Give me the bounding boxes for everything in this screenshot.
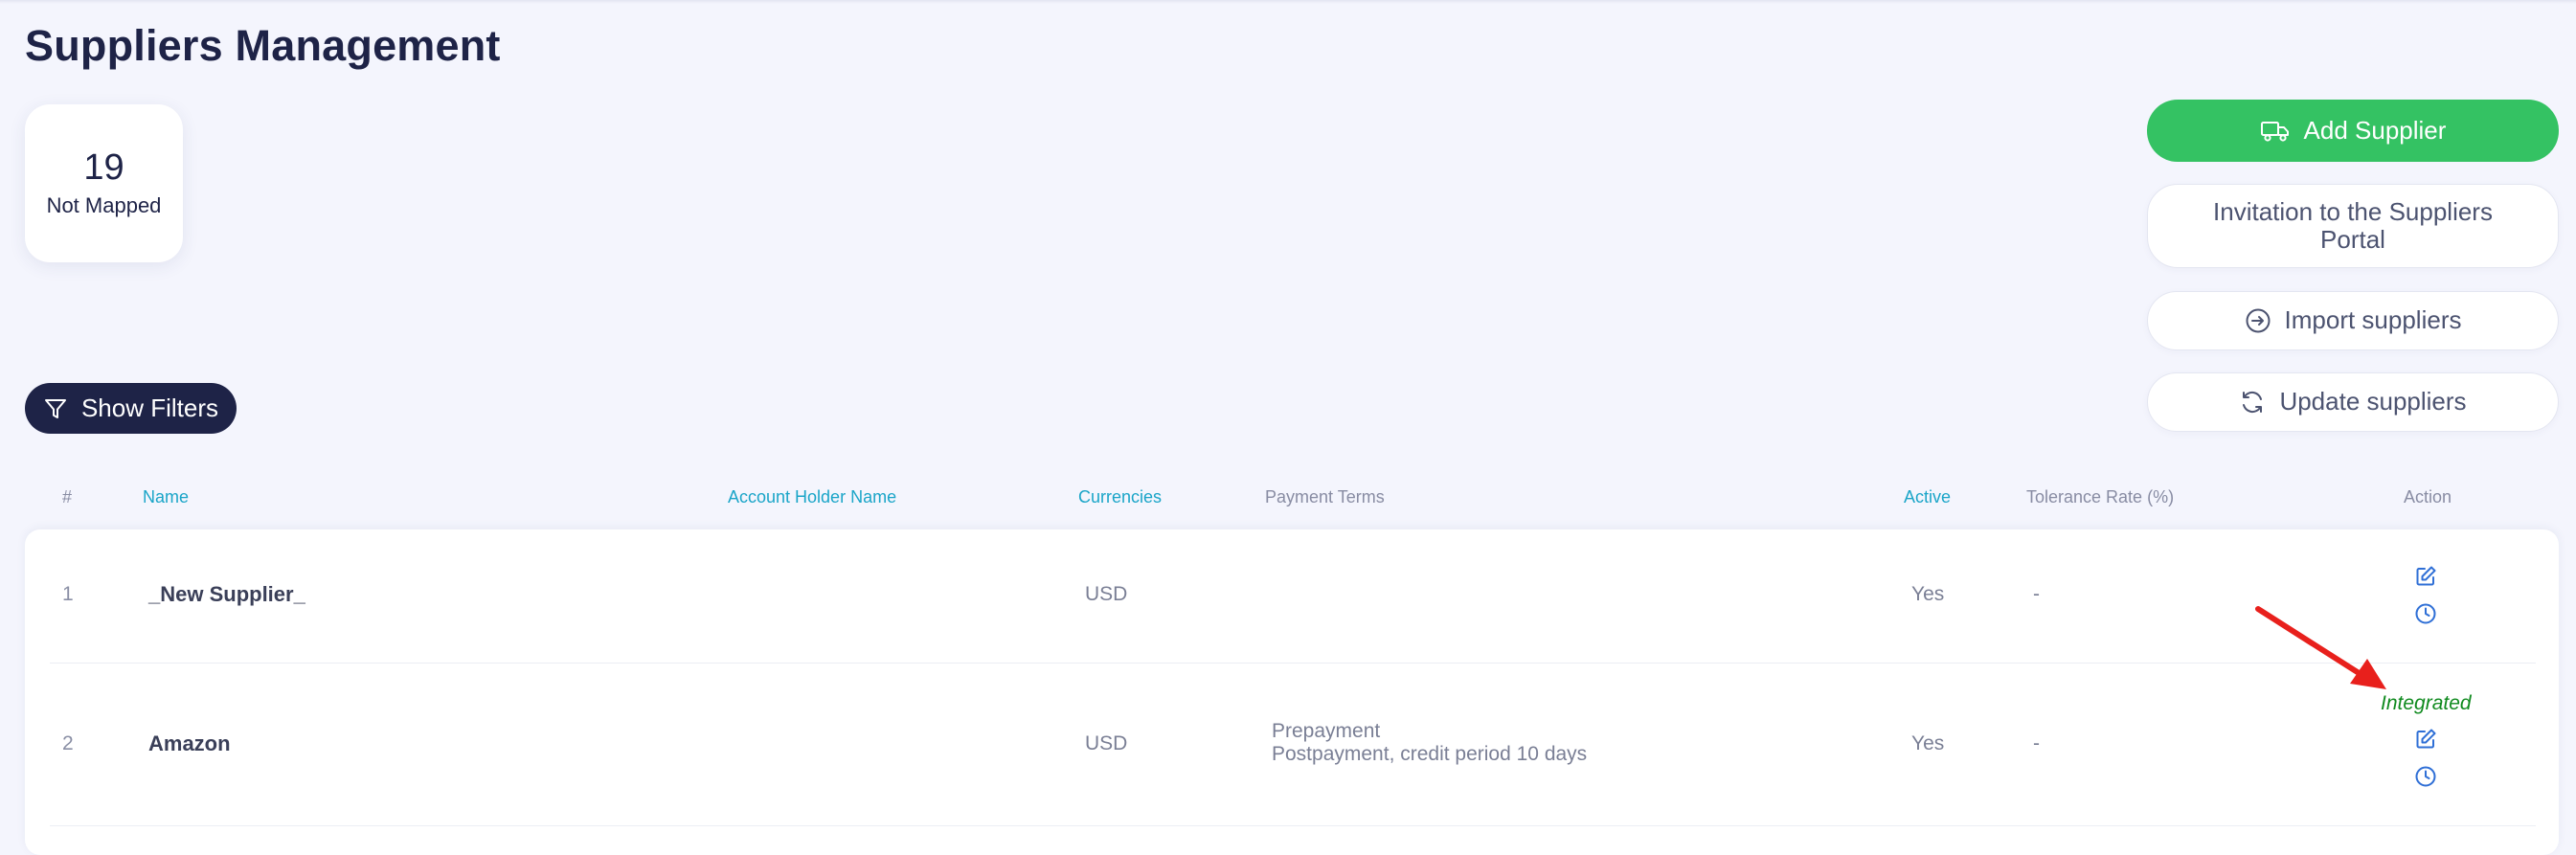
- integrated-status-label: Integrated: [2381, 692, 2472, 714]
- column-header-index: #: [62, 487, 73, 506]
- column-header-action: Action: [2404, 487, 2452, 506]
- invite-suppliers-portal-label: Invitation to the Suppliers Portal: [2213, 196, 2493, 254]
- add-supplier-button[interactable]: Add Supplier: [2147, 100, 2559, 162]
- not-mapped-count: 19: [83, 146, 124, 188]
- arrow-right-circle-icon: [2246, 308, 2271, 333]
- supplier-name[interactable]: Amazon: [148, 731, 231, 756]
- row-divider: [50, 825, 2536, 826]
- invite-suppliers-portal-button[interactable]: Invitation to the Suppliers Portal: [2147, 184, 2559, 268]
- import-suppliers-label: Import suppliers: [2284, 305, 2462, 335]
- supplier-tolerance-rate: -: [2033, 583, 2040, 605]
- supplier-tolerance-rate: -: [2033, 732, 2040, 754]
- payment-term-prepayment: Prepayment: [1272, 720, 1381, 742]
- column-header-account-holder[interactable]: Account Holder Name: [728, 487, 896, 507]
- supplier-name[interactable]: _New Supplier_: [148, 582, 305, 607]
- column-header-payment-terms: Payment Terms: [1265, 487, 1385, 506]
- suppliers-table: [25, 529, 2559, 855]
- update-suppliers-label: Update suppliers: [2279, 387, 2467, 416]
- clock-icon[interactable]: [2414, 765, 2437, 788]
- annotation-arrow-icon: [2255, 606, 2386, 689]
- row-divider: [50, 663, 2536, 664]
- import-suppliers-button[interactable]: Import suppliers: [2147, 291, 2559, 350]
- supplier-active: Yes: [1911, 732, 1945, 754]
- not-mapped-stat-card[interactable]: 19 Not Mapped: [25, 104, 183, 262]
- page-title: Suppliers Management: [25, 21, 501, 70]
- add-supplier-label: Add Supplier: [2303, 115, 2447, 145]
- filter-funnel-icon: [44, 398, 66, 418]
- supplier-currency: USD: [1085, 732, 1128, 754]
- show-filters-button[interactable]: Show Filters: [25, 383, 237, 434]
- column-header-currencies[interactable]: Currencies: [1078, 487, 1162, 507]
- refresh-icon: [2243, 391, 2263, 414]
- show-filters-label: Show Filters: [80, 394, 219, 422]
- column-header-tolerance-rate: Tolerance Rate (%): [2026, 487, 2175, 506]
- row-index: 1: [62, 583, 74, 605]
- supplier-active: Yes: [1911, 583, 1945, 605]
- row-index: 2: [62, 732, 74, 754]
- column-header-name[interactable]: Name: [143, 487, 189, 507]
- payment-term-postpayment: Postpayment, credit period 10 days: [1272, 743, 1588, 765]
- supplier-currency: USD: [1085, 583, 1128, 605]
- clock-icon[interactable]: [2414, 602, 2437, 625]
- update-suppliers-button[interactable]: Update suppliers: [2147, 372, 2559, 432]
- edit-icon[interactable]: [2414, 565, 2437, 588]
- edit-icon[interactable]: [2414, 728, 2437, 751]
- column-header-active[interactable]: Active: [1904, 487, 1951, 507]
- top-bar-shadow: [0, 0, 2576, 4]
- not-mapped-label: Not Mapped: [46, 193, 162, 218]
- truck-icon: [2260, 121, 2289, 142]
